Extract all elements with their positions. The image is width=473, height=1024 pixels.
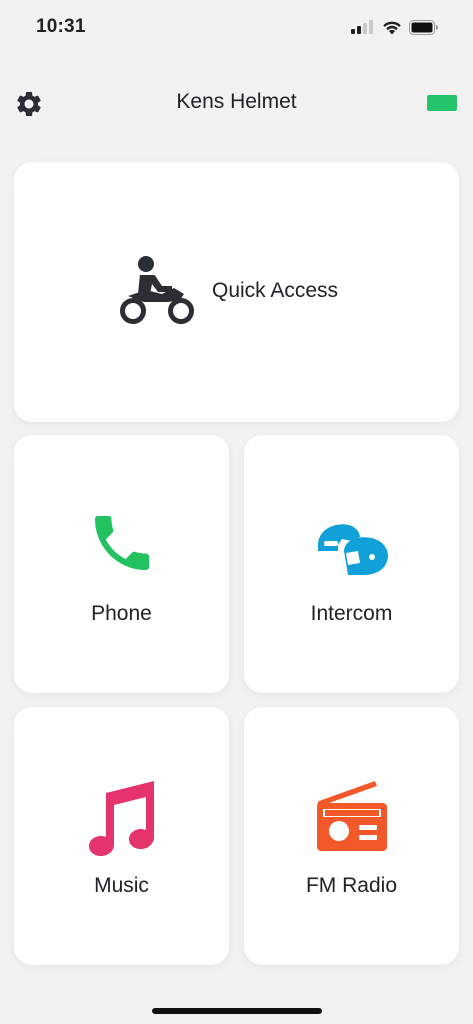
- music-note-icon: [88, 781, 154, 856]
- wifi-icon: [383, 21, 401, 35]
- intercom-label: Intercom: [310, 602, 393, 625]
- signal-icon: [351, 20, 373, 34]
- helmets-icon: [317, 524, 388, 575]
- battery-icon: [409, 20, 438, 35]
- intercom-card[interactable]: Intercom: [244, 435, 459, 693]
- radio-icon: [316, 781, 387, 851]
- music-label: Music: [94, 874, 149, 897]
- nav-bar: Kens Helmet: [0, 76, 473, 132]
- music-card[interactable]: Music: [14, 707, 229, 965]
- status-time: 10:31: [36, 16, 86, 37]
- phone-label: Phone: [91, 602, 152, 625]
- phone-icon: [94, 516, 149, 570]
- quick-access-card[interactable]: Quick Access: [14, 162, 459, 422]
- home-indicator[interactable]: [152, 1008, 322, 1014]
- helmet-battery-indicator: [427, 95, 457, 111]
- phone-card[interactable]: Phone: [14, 435, 229, 693]
- status-bar: 10:31: [0, 0, 473, 56]
- page-title: Kens Helmet: [176, 90, 297, 113]
- fm-radio-card[interactable]: FM Radio: [244, 707, 459, 965]
- fm-radio-label: FM Radio: [305, 874, 398, 897]
- motorcycle-icon: [120, 256, 194, 324]
- quick-access-label: Quick Access: [212, 279, 339, 302]
